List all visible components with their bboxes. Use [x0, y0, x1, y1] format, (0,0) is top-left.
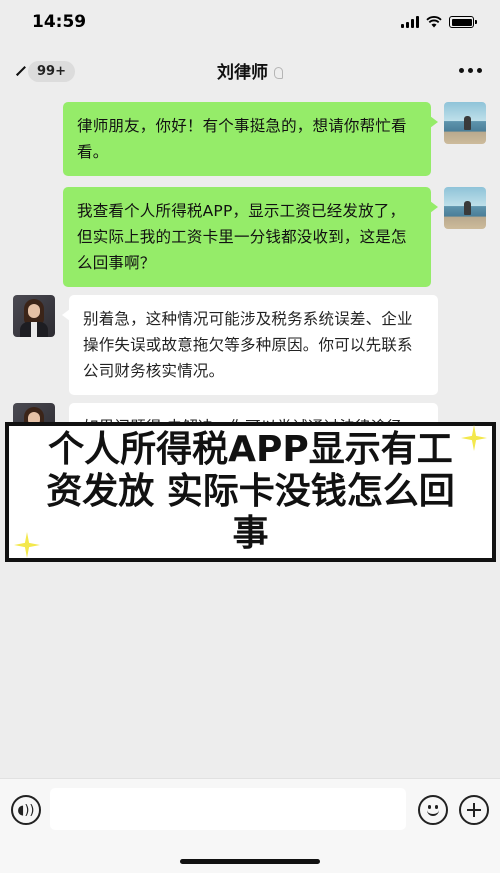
message-bubble-user[interactable]: 律师朋友，你好！有个事挺急的，想请你帮忙看看。 — [63, 102, 438, 176]
voice-button[interactable]: ◖)) — [11, 795, 41, 825]
lawyer-avatar[interactable] — [13, 295, 55, 337]
more-button[interactable] — [459, 60, 482, 80]
chat-title-wrap: 刘律师 — [0, 58, 500, 83]
status-bar: 14:59 — [0, 0, 500, 44]
message-bubble-user[interactable]: 我查看个人所得税APP，显示工资已经发放了，但实际上我的工资卡里一分钱都没收到，… — [63, 187, 438, 287]
message-text: 我查看个人所得税APP，显示工资已经发放了，但实际上我的工资卡里一分钱都没收到，… — [77, 202, 407, 272]
signal-icon — [401, 16, 419, 28]
message-bubble-lawyer[interactable]: 别着急，这种情况可能涉及税务系统误差、企业操作失误或故意拖欠等多种原因。你可以先… — [62, 295, 438, 395]
wifi-icon — [426, 16, 442, 28]
caption-overlay: 个人所得税APP显示有工资发放 实际卡没钱怎么回事 — [5, 422, 496, 562]
battery-icon — [449, 16, 477, 28]
chat-header: 99+ 刘律师 — [0, 50, 500, 92]
plus-button[interactable] — [459, 795, 489, 825]
chat-title: 刘律师 — [217, 63, 268, 83]
emoji-button[interactable] — [418, 795, 448, 825]
message-text: 别着急，这种情况可能涉及税务系统误差、企业操作失误或故意拖欠等多种原因。你可以先… — [83, 310, 413, 380]
more-icon — [459, 67, 464, 73]
status-time: 14:59 — [32, 12, 87, 32]
ear-icon — [274, 67, 283, 79]
user-avatar[interactable] — [444, 102, 486, 144]
voice-icon: ◖)) — [17, 802, 35, 818]
message-text: 律师朋友，你好！有个事挺急的，想请你帮忙看看。 — [77, 117, 407, 161]
caption-text: 个人所得税APP显示有工资发放 实际卡没钱怎么回事 — [46, 429, 455, 554]
message-input[interactable] — [50, 788, 406, 830]
user-avatar[interactable] — [444, 187, 486, 229]
status-icons — [401, 16, 477, 28]
home-indicator — [180, 859, 320, 864]
